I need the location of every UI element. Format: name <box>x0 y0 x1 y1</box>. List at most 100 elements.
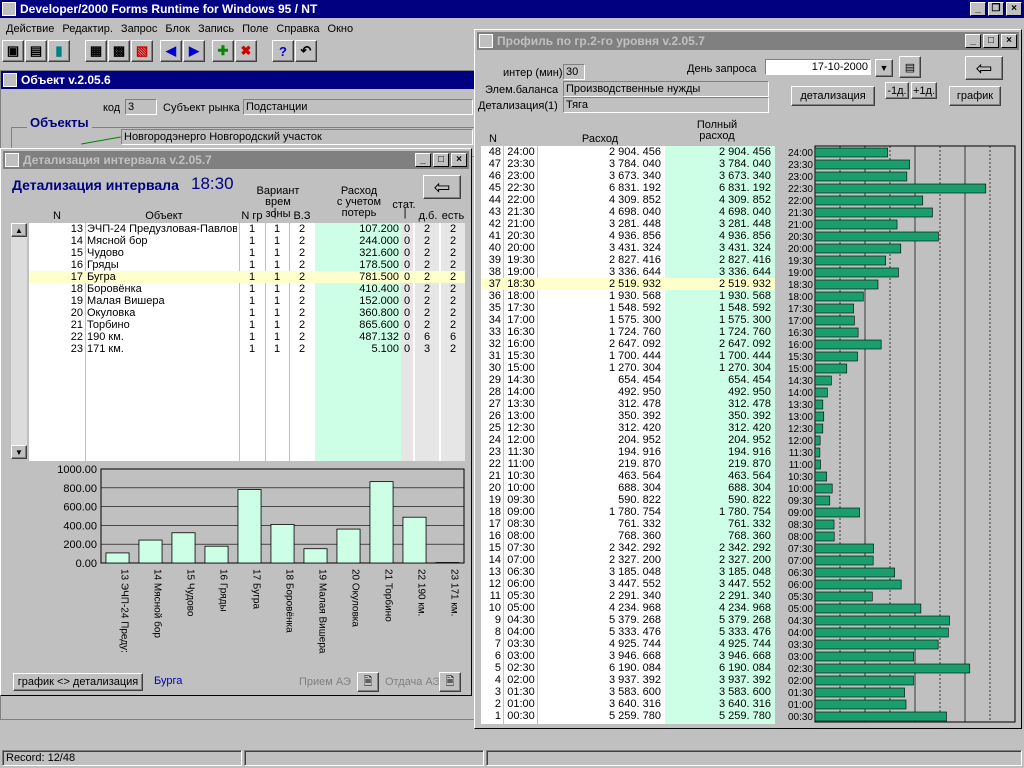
back-button[interactable]: ⇦ <box>423 175 461 199</box>
table-row[interactable]: 22 190 км. 1 1 2 487.132 0 6 6 <box>29 331 465 343</box>
table-row[interactable]: 42 21:00 3 281. 448 3 281. 448 <box>481 218 775 230</box>
table-row[interactable]: 5 02:30 6 190. 084 6 190. 084 <box>481 662 775 674</box>
menu-block[interactable]: Блок <box>161 23 194 35</box>
minimize-button[interactable]: _ <box>970 2 986 16</box>
menu-field[interactable]: Поле <box>238 23 272 35</box>
table-row[interactable]: 13 06:30 3 185. 048 3 185. 048 <box>481 566 775 578</box>
delete-record-icon[interactable]: ✖ <box>235 40 257 62</box>
next-record-icon[interactable]: ▶ <box>183 40 205 62</box>
balance-field[interactable]: Производственные нужды <box>563 81 769 97</box>
table-row[interactable]: 20 Окуловка 1 1 2 360.800 0 2 2 <box>29 307 465 319</box>
query-enter-icon[interactable]: ▦ <box>85 40 107 62</box>
undo-icon[interactable]: ↶ <box>295 40 317 62</box>
chart-button[interactable]: график <box>949 86 1001 106</box>
table-row[interactable]: 10 05:00 4 234. 968 4 234. 968 <box>481 602 775 614</box>
table-row[interactable]: 6 03:00 3 946. 668 3 946. 668 <box>481 650 775 662</box>
menu-record[interactable]: Запись <box>194 23 238 35</box>
close-button[interactable]: × <box>451 153 467 167</box>
table-row[interactable]: 25 12:30 312. 420 312. 420 <box>481 422 775 434</box>
table-row[interactable]: 33 16:30 1 724. 760 1 724. 760 <box>481 326 775 338</box>
table-row[interactable]: 36 18:00 1 930. 568 1 930. 568 <box>481 290 775 302</box>
close-button[interactable]: × <box>1001 34 1017 48</box>
detail-level-field[interactable]: Тяга <box>563 97 769 113</box>
prev-record-icon[interactable]: ◀ <box>160 40 182 62</box>
table-row[interactable]: 19 Малая Вишера 1 1 2 152.000 0 2 2 <box>29 295 465 307</box>
recv-button[interactable]: 🗎 <box>357 672 379 692</box>
table-row[interactable]: 2 01:00 3 640. 316 3 640. 316 <box>481 698 775 710</box>
table-row[interactable]: 18 Боровёнка 1 1 2 410.400 0 2 2 <box>29 283 465 295</box>
query-cancel-icon[interactable]: ▧ <box>131 40 153 62</box>
menu-action[interactable]: Действие <box>2 23 58 35</box>
maximize-button[interactable]: □ <box>983 34 999 48</box>
table-row[interactable]: 47 23:30 3 784. 040 3 784. 040 <box>481 158 775 170</box>
send-button[interactable]: 🗎 <box>439 672 461 692</box>
table-row[interactable]: 4 02:00 3 937. 392 3 937. 392 <box>481 674 775 686</box>
table-row[interactable]: 45 22:30 6 831. 192 6 831. 192 <box>481 182 775 194</box>
table-row[interactable]: 12 06:00 3 447. 552 3 447. 552 <box>481 578 775 590</box>
table-row[interactable]: 14 07:00 2 327. 200 2 327. 200 <box>481 554 775 566</box>
table-row[interactable]: 41 20:30 4 936. 856 4 936. 856 <box>481 230 775 242</box>
table-row[interactable]: 7 03:30 4 925. 744 4 925. 744 <box>481 638 775 650</box>
day-field[interactable]: 17-10-2000 <box>765 59 871 75</box>
table-row[interactable]: 17 Бугра 1 1 2 781.500 0 2 2 <box>29 271 465 283</box>
save-icon[interactable]: ▣ <box>2 40 24 62</box>
day-dropdown-button[interactable]: ▼ <box>875 59 893 77</box>
code-field[interactable]: 3 <box>125 99 157 115</box>
minimize-button[interactable]: _ <box>415 153 431 167</box>
restore-button[interactable]: ❐ <box>988 2 1004 16</box>
table-row[interactable]: 39 19:30 2 827. 416 2 827. 416 <box>481 254 775 266</box>
table-row[interactable]: 26 13:00 350. 392 350. 392 <box>481 410 775 422</box>
table-row[interactable]: 27 13:30 312. 478 312. 478 <box>481 398 775 410</box>
exit-icon[interactable]: ▮ <box>48 40 70 62</box>
table-row[interactable]: 23 171 км. 1 1 2 5.100 0 3 2 <box>29 343 465 355</box>
minimize-button[interactable]: _ <box>965 34 981 48</box>
table-row[interactable]: 9 04:30 5 379. 268 5 379. 268 <box>481 614 775 626</box>
table-row[interactable]: 17 08:30 761. 332 761. 332 <box>481 518 775 530</box>
print-icon[interactable]: ▤ <box>25 40 47 62</box>
table-row[interactable]: 20 10:00 688. 304 688. 304 <box>481 482 775 494</box>
table-row[interactable]: 38 19:00 3 336. 644 3 336. 644 <box>481 266 775 278</box>
table-row[interactable]: 15 Чудово 1 1 2 321.600 0 2 2 <box>29 247 465 259</box>
table-row[interactable]: 32 16:00 2 647. 092 2 647. 092 <box>481 338 775 350</box>
table-row[interactable]: 22 11:00 219. 870 219. 870 <box>481 458 775 470</box>
menu-edit[interactable]: Редактир. <box>58 23 117 35</box>
menu-help[interactable]: Справка <box>272 23 323 35</box>
table-row[interactable]: 21 10:30 463. 564 463. 564 <box>481 470 775 482</box>
subject-field[interactable]: Подстанции <box>243 99 473 115</box>
table-row[interactable]: 24 12:00 204. 952 204. 952 <box>481 434 775 446</box>
table-row[interactable]: 8 04:00 5 333. 476 5 333. 476 <box>481 626 775 638</box>
table-row[interactable]: 16 Гряды 1 1 2 178.500 0 2 2 <box>29 259 465 271</box>
table-row[interactable]: 18 09:00 1 780. 754 1 780. 754 <box>481 506 775 518</box>
table-row[interactable]: 34 17:00 1 575. 300 1 575. 300 <box>481 314 775 326</box>
table-row[interactable]: 46 23:00 3 673. 340 3 673. 340 <box>481 170 775 182</box>
table-row[interactable]: 23 11:30 194. 916 194. 916 <box>481 446 775 458</box>
table-row[interactable]: 30 15:00 1 270. 304 1 270. 304 <box>481 362 775 374</box>
detail-scrollbar[interactable]: ▲ ▼ <box>11 223 27 459</box>
table-row[interactable]: 48 24:00 2 904. 456 2 904. 456 <box>481 146 775 158</box>
scroll-up-button[interactable]: ▲ <box>11 223 27 237</box>
table-row[interactable]: 3 01:30 3 583. 600 3 583. 600 <box>481 686 775 698</box>
prev-day-button[interactable]: -1д. <box>885 82 909 99</box>
table-row[interactable]: 29 14:30 654. 454 654. 454 <box>481 374 775 386</box>
table-row[interactable]: 1 00:30 5 259. 780 5 259. 780 <box>481 710 775 722</box>
help-icon[interactable]: ? <box>272 40 294 62</box>
table-row[interactable]: 37 18:30 2 519. 932 2 519. 932 <box>481 278 775 290</box>
calendar-button[interactable]: ▤ <box>899 56 921 78</box>
objects-field[interactable]: Новгородэнерго Новгородский участок <box>121 129 473 145</box>
query-execute-icon[interactable]: ▩ <box>108 40 130 62</box>
table-row[interactable]: 15 07:30 2 342. 292 2 342. 292 <box>481 542 775 554</box>
close-button[interactable]: × <box>1006 2 1022 16</box>
menu-query[interactable]: Запрос <box>117 23 161 35</box>
table-row[interactable]: 40 20:00 3 431. 324 3 431. 324 <box>481 242 775 254</box>
toggle-graph-detail-button[interactable]: график <> детализация <box>13 673 143 691</box>
maximize-button[interactable]: □ <box>433 153 449 167</box>
table-row[interactable]: 28 14:00 492. 950 492. 950 <box>481 386 775 398</box>
menu-window[interactable]: Окно <box>324 23 358 35</box>
table-row[interactable]: 16 08:00 768. 360 768. 360 <box>481 530 775 542</box>
scroll-down-button[interactable]: ▼ <box>11 445 27 459</box>
insert-record-icon[interactable]: ✚ <box>212 40 234 62</box>
profile-back-button[interactable]: ⇦ <box>965 56 1003 80</box>
table-row[interactable]: 13 ЭЧП-24 Предузловая-Павлов 1 1 2 107.200 0 2 2 <box>29 223 465 235</box>
table-row[interactable]: 44 22:00 4 309. 852 4 309. 852 <box>481 194 775 206</box>
profile-detail-button[interactable]: детализация <box>791 86 875 106</box>
